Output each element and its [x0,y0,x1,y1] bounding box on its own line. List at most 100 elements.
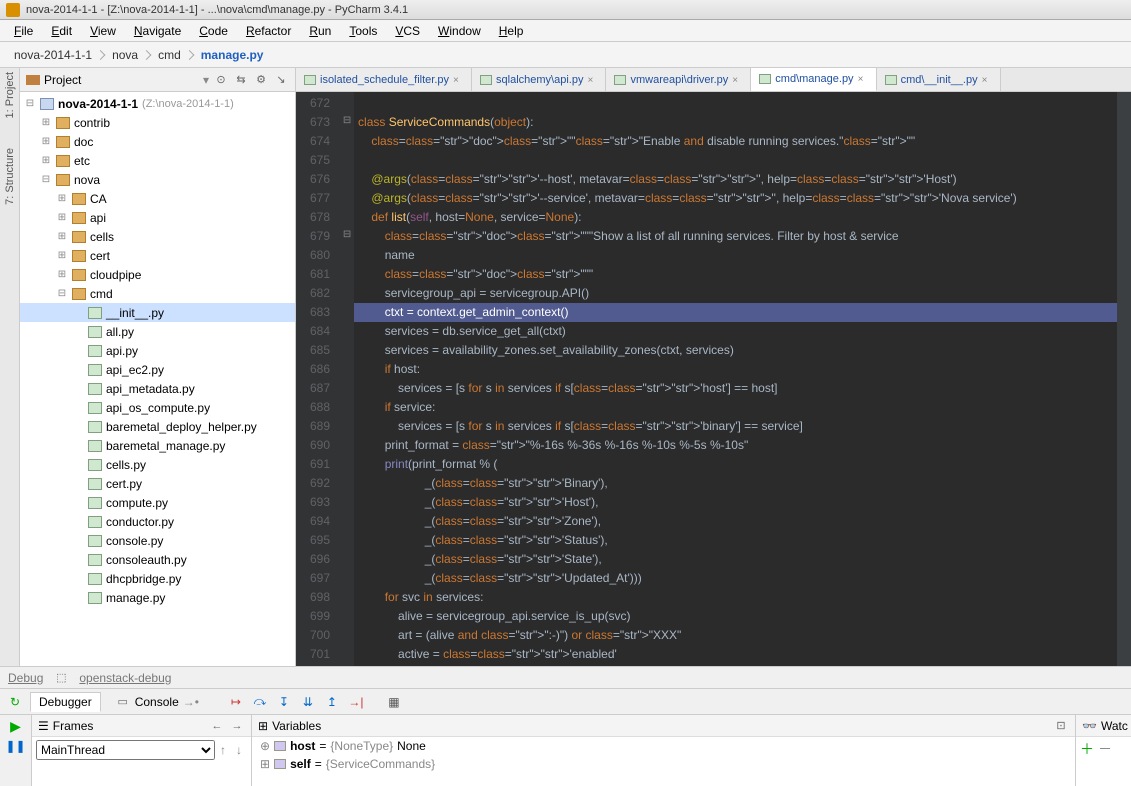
pycharm-icon [6,3,20,17]
tree-node[interactable]: consoleauth.py [20,550,295,569]
breadcrumb-item[interactable]: nova-2014-1-1 [6,46,104,64]
pause-icon[interactable]: ❚❚ [7,737,25,755]
editor-tab[interactable]: vmwareapi\driver.py× [606,68,751,91]
close-icon[interactable]: × [858,74,868,84]
main-menubar: FileEditViewNavigateCodeRefactorRunTools… [0,20,1131,42]
debugger-tab[interactable]: Debugger [30,692,101,712]
python-file-icon [759,74,771,84]
tree-node[interactable]: api_ec2.py [20,360,295,379]
tree-node[interactable]: dhcpbridge.py [20,569,295,588]
console-tab[interactable]: ▭ Console →• [107,692,207,712]
tree-node[interactable]: baremetal_deploy_helper.py [20,417,295,436]
menu-help[interactable]: Help [491,22,532,40]
remove-watch-icon[interactable]: － [1098,739,1112,759]
close-icon[interactable]: × [982,75,992,85]
editor-content[interactable]: class ServiceCommands(object): class=cla… [354,92,1117,666]
thread-down-icon[interactable]: ↓ [231,742,247,758]
tree-node[interactable]: compute.py [20,493,295,512]
close-icon[interactable]: × [587,75,597,85]
debug-label[interactable]: Debug [8,671,43,685]
step-into-icon[interactable]: ↧ [275,693,293,711]
tree-node[interactable]: cert.py [20,474,295,493]
gear-icon[interactable]: ⚙ [253,72,269,88]
menu-file[interactable]: File [6,22,41,40]
run-to-cursor-icon[interactable]: →| [347,693,365,711]
menu-window[interactable]: Window [430,22,489,40]
tree-node[interactable]: baremetal_manage.py [20,436,295,455]
collapse-icon[interactable]: ⊙ [213,72,229,88]
python-file-icon [885,75,897,85]
tree-node[interactable]: manage.py [20,588,295,607]
editor-tab[interactable]: cmd\__init__.py× [877,68,1001,91]
close-icon[interactable]: × [453,75,463,85]
breadcrumb-item[interactable]: manage.py [193,46,276,64]
menu-edit[interactable]: Edit [43,22,80,40]
force-step-into-icon[interactable]: ⇊ [299,693,317,711]
frames-next-icon[interactable]: → [229,718,245,734]
menu-code[interactable]: Code [191,22,236,40]
tree-node[interactable]: ⊞cloudpipe [20,265,295,284]
breadcrumb-item[interactable]: cmd [150,46,193,64]
fold-gutter[interactable]: ⊟⊟ [340,92,354,666]
show-execpoint-icon[interactable]: ↦ [227,693,245,711]
variable-row[interactable]: ⊕ host = {NoneType} None [252,737,1075,755]
thread-select[interactable]: MainThread [36,740,215,760]
menu-tools[interactable]: Tools [341,22,385,40]
tool-window-stripe-left: 1: Project 7: Structure [0,68,20,666]
tree-node[interactable]: ⊞CA [20,189,295,208]
menu-navigate[interactable]: Navigate [126,22,189,40]
tree-node[interactable]: ⊟nova-2014-1-1(Z:\nova-2014-1-1) [20,94,295,113]
tree-node[interactable]: ⊟nova [20,170,295,189]
rerun-icon[interactable]: ↻ [6,693,24,711]
debug-side-toolbar: ▶ ❚❚ [0,715,32,786]
evaluate-icon[interactable]: ▦ [385,693,403,711]
tree-node[interactable]: ⊞contrib [20,113,295,132]
thread-up-icon[interactable]: ↑ [215,742,231,758]
resume-icon[interactable]: ▶ [7,717,25,735]
editor-tab[interactable]: sqlalchemy\api.py× [472,68,606,91]
tree-node[interactable]: ⊟cmd [20,284,295,303]
tree-node[interactable]: api_os_compute.py [20,398,295,417]
restore-layout-icon[interactable]: ⊡ [1053,718,1069,734]
tree-node[interactable]: conductor.py [20,512,295,531]
hide-icon[interactable]: ↘ [273,72,289,88]
tree-node[interactable]: ⊞cells [20,227,295,246]
close-icon[interactable]: × [732,75,742,85]
tree-node[interactable]: cells.py [20,455,295,474]
editor-tab-bar: isolated_schedule_filter.py×sqlalchemy\a… [296,68,1131,92]
toolwin-structure-stripe[interactable]: 7: Structure [4,148,16,205]
variables-list[interactable]: ⊕ host = {NoneType} None⊞ self = {Servic… [252,737,1075,773]
add-watch-icon[interactable]: ＋ [1080,739,1094,759]
project-tool-window: Project ▾ ⊙ ⇆ ⚙ ↘ ⊟nova-2014-1-1(Z:\nova… [20,68,296,666]
project-panel-title: Project [44,73,199,87]
editor-scrollbar[interactable] [1117,92,1131,666]
tree-node[interactable]: all.py [20,322,295,341]
step-out-icon[interactable]: ↥ [323,693,341,711]
debug-config-icon: ⬚ [53,670,69,686]
project-panel-header: Project ▾ ⊙ ⇆ ⚙ ↘ [20,68,295,92]
menu-refactor[interactable]: Refactor [238,22,299,40]
editor-tab[interactable]: isolated_schedule_filter.py× [296,68,472,91]
project-tree[interactable]: ⊟nova-2014-1-1(Z:\nova-2014-1-1)⊞contrib… [20,92,295,666]
toolwin-project-stripe[interactable]: 1: Project [4,72,16,118]
debug-session-name[interactable]: openstack-debug [79,671,171,685]
tree-node[interactable]: ⊞etc [20,151,295,170]
breadcrumb-item[interactable]: nova [104,46,150,64]
tree-node[interactable]: api.py [20,341,295,360]
tree-node[interactable]: ⊞doc [20,132,295,151]
tree-node[interactable]: ⊞cert [20,246,295,265]
code-editor[interactable]: 6726736746756766776786796806816826836846… [296,92,1131,666]
frames-prev-icon[interactable]: ← [209,718,225,734]
tree-node[interactable]: api_metadata.py [20,379,295,398]
tree-node[interactable]: __init__.py [20,303,295,322]
tree-node[interactable]: console.py [20,531,295,550]
variable-row[interactable]: ⊞ self = {ServiceCommands} [252,755,1075,773]
tree-node[interactable]: ⊞api [20,208,295,227]
editor-tab[interactable]: cmd\manage.py× [751,68,876,91]
step-over-icon[interactable]: ⤼ [251,693,269,711]
navigation-breadcrumb: nova-2014-1-1novacmdmanage.py [0,42,1131,68]
menu-vcs[interactable]: VCS [387,22,428,40]
menu-run[interactable]: Run [301,22,339,40]
scroll-from-source-icon[interactable]: ⇆ [233,72,249,88]
menu-view[interactable]: View [82,22,124,40]
